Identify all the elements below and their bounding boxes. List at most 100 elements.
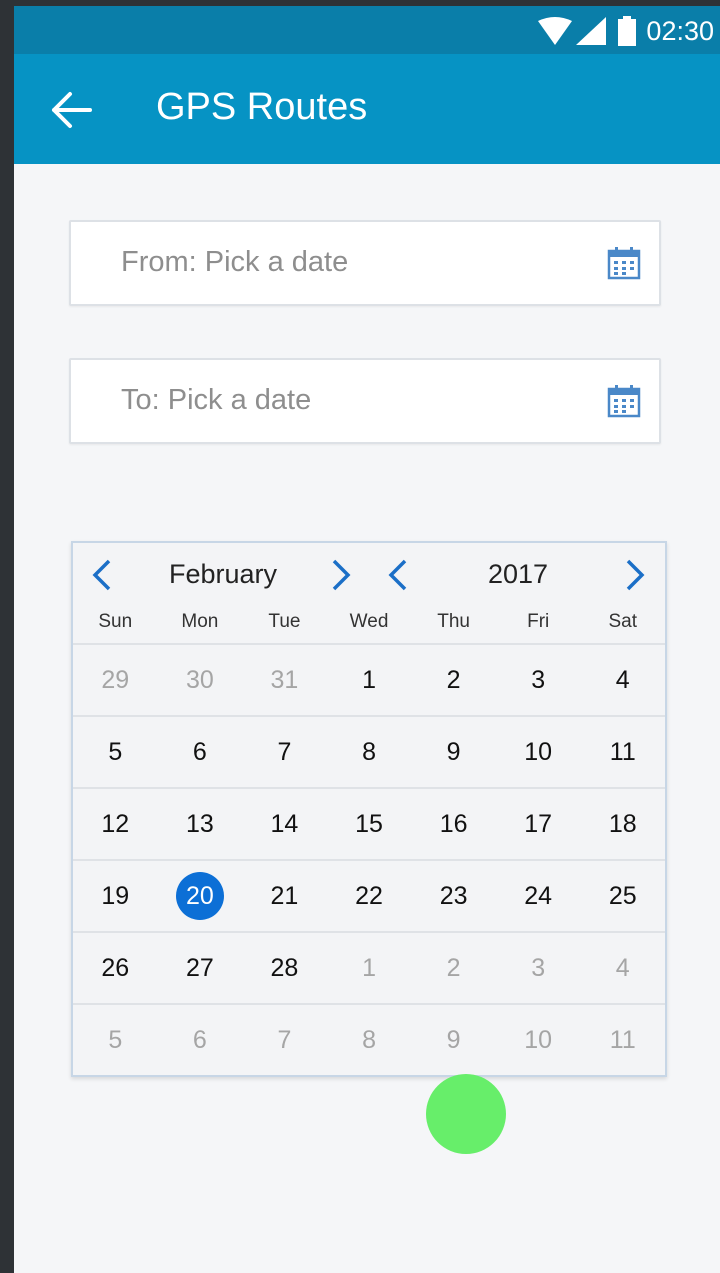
day-number: 28 bbox=[270, 953, 299, 982]
battery-icon bbox=[618, 16, 637, 46]
day-number: 31 bbox=[270, 665, 299, 694]
outside-month-day-cell[interactable]: 4 bbox=[580, 933, 665, 1003]
calendar-week-row: 5 6 7 8 9 10 11 bbox=[73, 715, 665, 787]
day-grid: 29 30 31 1 2 3 4 5 6 7 8 9 10 11 12 13 14 15 16 17 18 19 20 21 2… bbox=[73, 643, 665, 1075]
year-label[interactable]: 2017 bbox=[443, 559, 593, 590]
next-month-chevron-icon[interactable] bbox=[326, 557, 356, 593]
day-number: 1 bbox=[362, 953, 376, 982]
outside-month-day-cell[interactable]: 3 bbox=[496, 933, 581, 1003]
day-number: 30 bbox=[185, 665, 214, 694]
from-date-placeholder: From: Pick a date bbox=[121, 246, 349, 278]
signal-icon bbox=[576, 17, 607, 45]
day-number: 21 bbox=[270, 881, 299, 910]
day-cell[interactable]: 22 bbox=[327, 861, 412, 931]
outside-month-day-cell[interactable]: 30 bbox=[158, 645, 243, 715]
day-number: 26 bbox=[101, 953, 130, 982]
day-cell[interactable]: 4 bbox=[580, 645, 665, 715]
day-number: 25 bbox=[608, 881, 637, 910]
weekday-label: Wed bbox=[349, 611, 389, 632]
day-number: 29 bbox=[101, 665, 130, 694]
day-number: 2 bbox=[446, 665, 461, 694]
outside-month-day-cell[interactable]: 5 bbox=[73, 1005, 158, 1075]
day-cell[interactable]: 21 bbox=[242, 861, 327, 931]
prev-year-chevron-icon[interactable] bbox=[383, 557, 413, 593]
day-cell[interactable]: 11 bbox=[580, 717, 665, 787]
day-number: 5 bbox=[108, 737, 123, 766]
day-number: 4 bbox=[615, 953, 630, 982]
day-cell[interactable]: 13 bbox=[158, 789, 243, 859]
day-cell[interactable]: 28 bbox=[242, 933, 327, 1003]
month-label[interactable]: February bbox=[133, 559, 313, 590]
status-icons: 02:30 bbox=[538, 16, 714, 46]
calendar-week-row: 19 20 21 22 23 24 25 bbox=[73, 859, 665, 931]
calendar-icon[interactable] bbox=[607, 246, 641, 280]
day-cell[interactable]: 8 bbox=[327, 717, 412, 787]
day-number: 19 bbox=[101, 881, 130, 910]
weekday-label: Mon bbox=[181, 611, 219, 632]
touch-indicator bbox=[426, 1074, 506, 1154]
day-cell[interactable]: 15 bbox=[327, 789, 412, 859]
outside-month-day-cell[interactable]: 2 bbox=[411, 933, 496, 1003]
day-cell[interactable]: 24 bbox=[496, 861, 581, 931]
back-arrow-icon[interactable] bbox=[50, 90, 94, 130]
weekday-label: Sun bbox=[98, 611, 133, 632]
day-cell[interactable]: 2 bbox=[411, 645, 496, 715]
selected-day-cell[interactable]: 20 bbox=[158, 861, 243, 931]
weekday-header: Sun Mon Tue Wed Thu Fri Sat bbox=[73, 611, 665, 641]
day-number: 8 bbox=[362, 737, 376, 766]
day-cell[interactable]: 12 bbox=[73, 789, 158, 859]
day-cell[interactable]: 10 bbox=[496, 717, 581, 787]
day-cell[interactable]: 18 bbox=[580, 789, 665, 859]
outside-month-day-cell[interactable]: 9 bbox=[411, 1005, 496, 1075]
day-cell[interactable]: 25 bbox=[580, 861, 665, 931]
to-date-field[interactable]: To: Pick a date bbox=[69, 358, 661, 444]
outside-month-day-cell[interactable]: 8 bbox=[327, 1005, 412, 1075]
day-cell[interactable]: 14 bbox=[242, 789, 327, 859]
outside-month-day-cell[interactable]: 31 bbox=[242, 645, 327, 715]
day-number: 9 bbox=[446, 1025, 461, 1054]
day-number: 23 bbox=[439, 881, 468, 910]
date-picker-calendar: February 2017 Sun Mon Tue Wed Thu Fri Sa… bbox=[71, 541, 667, 1077]
day-cell[interactable]: 27 bbox=[158, 933, 243, 1003]
weekday-label: Fri bbox=[527, 611, 550, 632]
calendar-icon[interactable] bbox=[607, 384, 641, 418]
day-cell[interactable]: 16 bbox=[411, 789, 496, 859]
day-number: 11 bbox=[609, 1025, 636, 1054]
next-year-chevron-icon[interactable] bbox=[620, 557, 650, 593]
day-number: 13 bbox=[185, 809, 214, 838]
page-title: GPS Routes bbox=[156, 86, 368, 128]
prev-month-chevron-icon[interactable] bbox=[87, 557, 117, 593]
app-bar: GPS Routes bbox=[14, 54, 720, 164]
day-number: 3 bbox=[531, 953, 546, 982]
day-number: 14 bbox=[270, 809, 299, 838]
status-bar: 02:30 bbox=[14, 6, 720, 54]
calendar-week-row: 12 13 14 15 16 17 18 bbox=[73, 787, 665, 859]
outside-month-day-cell[interactable]: 29 bbox=[73, 645, 158, 715]
outside-month-day-cell[interactable]: 1 bbox=[327, 933, 412, 1003]
day-cell[interactable]: 17 bbox=[496, 789, 581, 859]
day-cell[interactable]: 9 bbox=[411, 717, 496, 787]
day-number: 7 bbox=[277, 737, 292, 766]
day-number: 9 bbox=[446, 737, 461, 766]
outside-month-day-cell[interactable]: 6 bbox=[158, 1005, 243, 1075]
day-cell[interactable]: 3 bbox=[496, 645, 581, 715]
to-date-placeholder: To: Pick a date bbox=[121, 384, 312, 416]
day-cell[interactable]: 23 bbox=[411, 861, 496, 931]
day-number: 20 bbox=[175, 872, 224, 920]
day-cell[interactable]: 7 bbox=[242, 717, 327, 787]
from-date-field[interactable]: From: Pick a date bbox=[69, 220, 661, 306]
day-number: 12 bbox=[101, 809, 130, 838]
day-number: 15 bbox=[355, 809, 383, 838]
day-cell[interactable]: 5 bbox=[73, 717, 158, 787]
calendar-header: February 2017 bbox=[73, 543, 665, 607]
outside-month-day-cell[interactable]: 7 bbox=[242, 1005, 327, 1075]
day-cell[interactable]: 1 bbox=[327, 645, 412, 715]
day-number: 3 bbox=[531, 665, 546, 694]
status-time: 02:30 bbox=[646, 15, 714, 46]
outside-month-day-cell[interactable]: 10 bbox=[496, 1005, 581, 1075]
outside-month-day-cell[interactable]: 11 bbox=[580, 1005, 665, 1075]
day-number: 16 bbox=[439, 809, 468, 838]
day-cell[interactable]: 26 bbox=[73, 933, 158, 1003]
day-cell[interactable]: 19 bbox=[73, 861, 158, 931]
day-cell[interactable]: 6 bbox=[158, 717, 243, 787]
